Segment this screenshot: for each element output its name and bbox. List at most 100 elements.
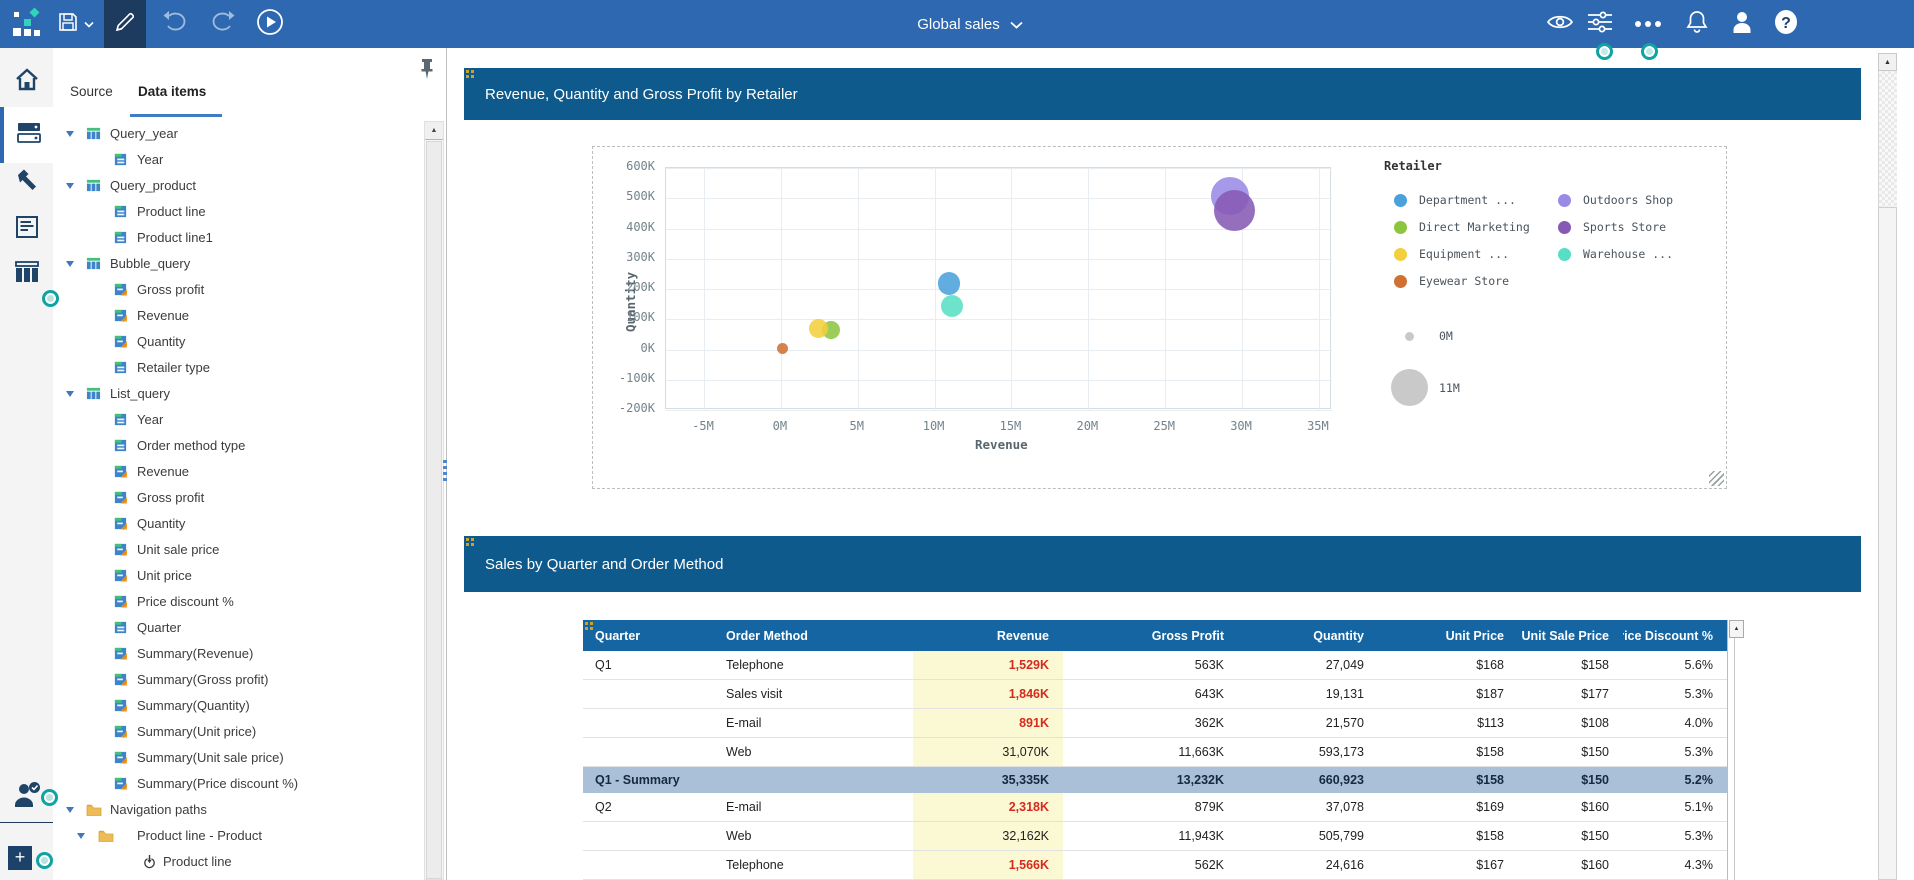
legend-item-outdoors-shop[interactable]: Outdoors Shop	[1558, 193, 1673, 207]
resize-handle-icon[interactable]	[1709, 471, 1724, 486]
more-options-button[interactable]	[1625, 0, 1671, 48]
legend-item-warehouse-[interactable]: Warehouse ...	[1558, 247, 1673, 261]
bubble-equipment-[interactable]	[809, 319, 828, 338]
table-row[interactable]: E-mail 891K 362K 21,570 $113 $108 4.0%	[583, 709, 1727, 738]
tree-item-summary-gross-profit-[interactable]: Summary(Gross profit)	[53, 667, 423, 693]
panel-scrollbar[interactable]: ▲	[424, 121, 444, 880]
tree-item-summary-price-discount-[interactable]: Summary(Price discount %)	[53, 771, 423, 797]
table-scrollbar[interactable]: ▲	[1727, 620, 1744, 880]
legend-item-department-[interactable]: Department ...	[1394, 193, 1516, 207]
tree-item-revenue[interactable]: Revenue	[53, 459, 423, 485]
tree-item-list-query[interactable]: List_query	[53, 381, 423, 407]
rail-pages-button[interactable]	[0, 205, 53, 253]
help-button[interactable]: ?	[1763, 0, 1809, 48]
table-row[interactable]: Q2 E-mail 2,318K 879K 37,078 $169 $160 5.1%	[583, 793, 1727, 822]
coachmark-add-badge[interactable]	[36, 852, 53, 869]
account-button[interactable]	[1719, 0, 1765, 48]
column-header-revenue[interactable]: Revenue	[913, 620, 1063, 651]
legend-item-equipment-[interactable]: Equipment ...	[1394, 247, 1509, 261]
canvas-scrollbar[interactable]: ▲	[1878, 53, 1897, 880]
coachmark-validate-badge[interactable]	[41, 789, 58, 806]
column-header-quantity[interactable]: Quantity	[1238, 620, 1378, 651]
coachmark-more-badge[interactable]	[1641, 43, 1658, 60]
tree-item-product-line[interactable]: Product line	[53, 199, 423, 225]
canvas-scrollbar-track[interactable]	[1878, 71, 1897, 207]
tab-source[interactable]: Source	[70, 84, 113, 112]
tree-item-query-year[interactable]: Query_year	[53, 121, 423, 147]
table-row[interactable]: Telephone 1,566K 562K 24,616 $167 $160 4.3%	[583, 851, 1727, 880]
legend-item-eyewear-store[interactable]: Eyewear Store	[1394, 274, 1509, 288]
column-header-gross-profit[interactable]: Gross Profit	[1063, 620, 1238, 651]
panel-scrollbar-thumb[interactable]	[426, 141, 442, 879]
tree-item-gross-profit[interactable]: Gross profit	[53, 277, 423, 303]
add-object-button[interactable]: +	[8, 846, 32, 870]
pin-panel-icon[interactable]	[419, 58, 435, 80]
table-scrollbar-up-button[interactable]: ▲	[1729, 620, 1744, 638]
expander-icon[interactable]	[66, 261, 74, 267]
table-row[interactable]: Sales visit 1,846K 643K 19,131 $187 $177 5.3%	[583, 680, 1727, 709]
bubble-chart-container[interactable]: Quantity Revenue Retailer Department ...…	[592, 146, 1727, 489]
expander-icon[interactable]	[77, 833, 85, 839]
expander-icon[interactable]	[66, 183, 74, 189]
table-row[interactable]: Q1 Telephone 1,529K 563K 27,049 $168 $158 5.6%	[583, 651, 1727, 680]
tree-item-quarter[interactable]: Quarter	[53, 615, 423, 641]
column-header-price-discount-[interactable]: Price Discount %	[1623, 620, 1727, 651]
tree-item-summary-unit-price-[interactable]: Summary(Unit price)	[53, 719, 423, 745]
bubble-department-[interactable]	[937, 272, 961, 295]
panel-splitter-handle[interactable]	[443, 460, 447, 484]
coachmark-queries-badge[interactable]	[42, 290, 59, 307]
tree-item-unit-sale-price[interactable]: Unit sale price	[53, 537, 423, 563]
tab-data-items[interactable]: Data items	[138, 84, 206, 112]
tree-item-price-discount-[interactable]: Price discount %	[53, 589, 423, 615]
tree-item-summary-revenue-[interactable]: Summary(Revenue)	[53, 641, 423, 667]
tree-item-navigation-paths[interactable]: Navigation paths	[53, 797, 423, 823]
tree-item-year[interactable]: Year	[53, 147, 423, 173]
legend-item-direct-marketing[interactable]: Direct Marketing	[1394, 220, 1530, 234]
tree-item-revenue[interactable]: Revenue	[53, 303, 423, 329]
tree-item-summary-unit-sale-price-[interactable]: Summary(Unit sale price)	[53, 745, 423, 771]
edit-mode-button[interactable]	[104, 0, 146, 48]
tree-item-retailer-type[interactable]: Retailer type	[53, 355, 423, 381]
tree-item-order-method-type[interactable]: Order method type	[53, 433, 423, 459]
canvas-scrollbar-thumb[interactable]	[1878, 207, 1897, 880]
app-logo[interactable]	[8, 0, 48, 48]
table-row[interactable]: Web 31,070K 11,663K 593,173 $158 $150 5.3%	[583, 738, 1727, 767]
coachmark-filters-badge[interactable]	[1596, 43, 1613, 60]
column-header-unit-sale-price[interactable]: Unit Sale Price	[1518, 620, 1623, 651]
rail-home-button[interactable]	[0, 58, 53, 106]
column-header-order-method[interactable]: Order Method	[718, 620, 913, 651]
column-header-unit-price[interactable]: Unit Price	[1378, 620, 1518, 651]
report-title-dropdown[interactable]: Global sales	[870, 0, 1070, 48]
tree-item-year[interactable]: Year	[53, 407, 423, 433]
panel-scrollbar-up-button[interactable]: ▲	[425, 122, 443, 140]
column-header-quarter[interactable]: Quarter	[583, 620, 718, 651]
tree-item-quantity[interactable]: Quantity	[53, 329, 423, 355]
rail-toolbox-button[interactable]	[0, 158, 53, 206]
tree-item-unit-price[interactable]: Unit price	[53, 563, 423, 589]
tree-item-query-product[interactable]: Query_product	[53, 173, 423, 199]
redo-button[interactable]	[200, 0, 244, 48]
expander-icon[interactable]	[66, 391, 74, 397]
tree-item-summary-quantity-[interactable]: Summary(Quantity)	[53, 693, 423, 719]
tree-item-product-line-product[interactable]: Product line - Product	[53, 823, 423, 849]
notifications-button[interactable]	[1674, 0, 1720, 48]
tree-item-product-line1[interactable]: Product line1	[53, 225, 423, 251]
run-report-button[interactable]	[248, 0, 292, 48]
filters-button[interactable]	[1577, 0, 1623, 48]
expander-icon[interactable]	[66, 807, 74, 813]
table-summary-row[interactable]: Q1 - Summary 35,335K 13,232K 660,923 $158 $15…	[583, 767, 1727, 793]
canvas-scrollbar-up-button[interactable]: ▲	[1878, 53, 1897, 71]
table-widget-header[interactable]: Sales by Quarter and Order Method	[464, 536, 1861, 592]
undo-button[interactable]	[154, 0, 198, 48]
sales-table[interactable]: Quarter Order Method Revenue Gross Profit Qu…	[583, 620, 1745, 880]
tree-item-gross-profit[interactable]: Gross profit	[53, 485, 423, 511]
tree-item-bubble-query[interactable]: Bubble_query	[53, 251, 423, 277]
chart-widget-header[interactable]: Revenue, Quantity and Gross Profit by Re…	[464, 68, 1861, 120]
rail-report-data-button[interactable]	[0, 107, 53, 163]
table-row[interactable]: Web 32,162K 11,943K 505,799 $158 $150 5.3%	[583, 822, 1727, 851]
legend-item-sports-store[interactable]: Sports Store	[1558, 220, 1666, 234]
tree-item-quantity[interactable]: Quantity	[53, 511, 423, 537]
tree-item-product[interactable]: Product	[53, 875, 423, 880]
save-button[interactable]	[52, 0, 98, 48]
expander-icon[interactable]	[66, 131, 74, 137]
